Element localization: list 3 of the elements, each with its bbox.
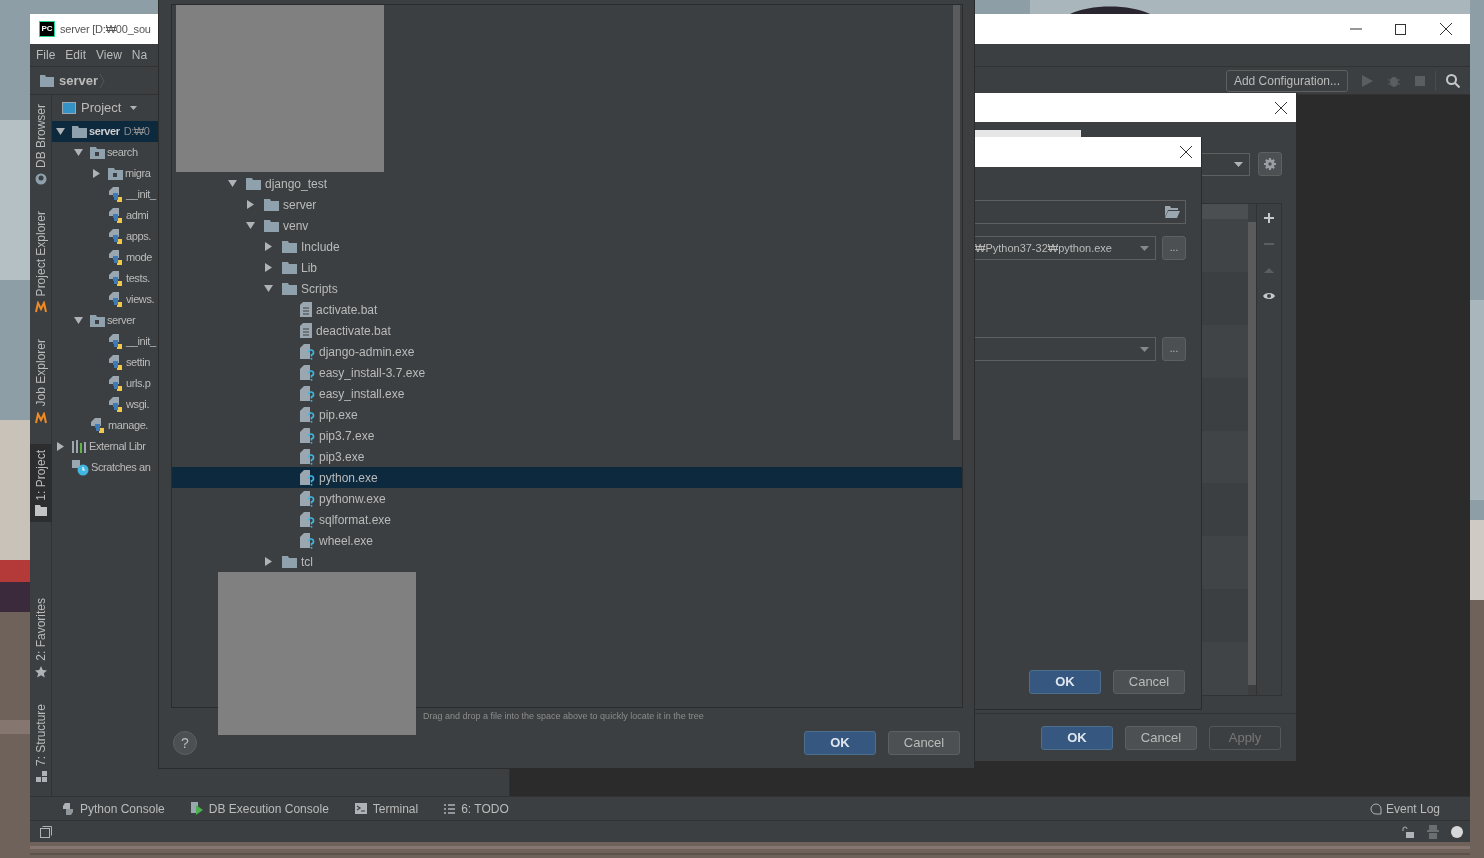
app-logo: PC: [39, 21, 55, 37]
window-title: server [D:₩00_sou: [60, 21, 151, 37]
path-hint: D:₩0: [123, 124, 150, 140]
